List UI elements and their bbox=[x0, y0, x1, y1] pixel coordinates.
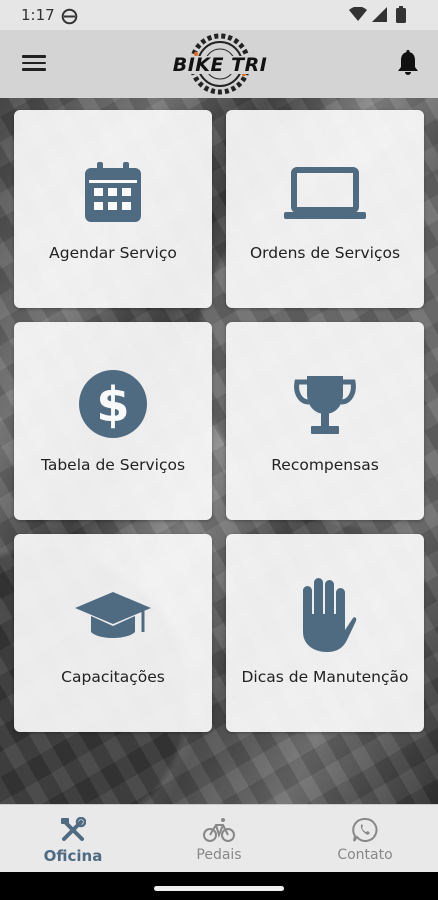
dollar-icon: $ bbox=[79, 370, 147, 438]
graduation-cap-icon bbox=[75, 592, 151, 638]
laptop-icon bbox=[284, 167, 366, 219]
menu-bar-line bbox=[22, 61, 46, 64]
card-capacitacoes[interactable]: Capacitações bbox=[14, 534, 212, 732]
notification-bell-icon[interactable] bbox=[397, 50, 419, 76]
card-label: Ordens de Serviços bbox=[249, 244, 401, 262]
card-agendar-servico[interactable]: Agendar Serviço bbox=[14, 110, 212, 308]
status-time: 1:17 bbox=[21, 6, 55, 24]
bottom-navigation: Oficina Pedais Contato bbox=[0, 804, 438, 873]
wifi-icon bbox=[349, 7, 367, 21]
main-content: Agendar Serviço Ordens de Serviços $ Tab… bbox=[0, 98, 438, 804]
card-ordens-de-servicos[interactable]: Ordens de Serviços bbox=[226, 110, 424, 308]
gesture-navigation-bar bbox=[0, 872, 438, 900]
card-recompensas[interactable]: Recompensas bbox=[226, 322, 424, 520]
svg-text:$: $ bbox=[96, 377, 129, 433]
app-bar: BIKE TRI bbox=[0, 30, 438, 98]
tab-label: Pedais bbox=[196, 847, 242, 863]
trophy-icon bbox=[294, 376, 356, 434]
signal-icon bbox=[372, 7, 387, 22]
tab-oficina[interactable]: Oficina bbox=[0, 805, 146, 873]
card-label: Agendar Serviço bbox=[49, 244, 177, 262]
vpn-status-icon bbox=[61, 8, 78, 25]
card-tabela-de-servicos[interactable]: $ Tabela de Serviços bbox=[14, 322, 212, 520]
menu-bar-line bbox=[22, 68, 46, 71]
hand-icon bbox=[303, 578, 357, 652]
home-gesture-handle[interactable] bbox=[154, 886, 284, 891]
tools-icon bbox=[61, 817, 86, 841]
card-label: Capacitações bbox=[61, 668, 165, 686]
bicycle-icon bbox=[203, 818, 235, 842]
tab-label: Contato bbox=[337, 847, 393, 863]
menu-button[interactable] bbox=[22, 52, 46, 74]
card-label: Tabela de Serviços bbox=[40, 456, 186, 474]
tab-contato[interactable]: Contato bbox=[292, 805, 438, 873]
calendar-icon bbox=[85, 162, 141, 222]
tab-label: Oficina bbox=[43, 847, 103, 865]
logo-text: BIKE TRI bbox=[173, 54, 268, 76]
card-label: Recompensas bbox=[271, 456, 379, 474]
card-label: Dicas de Manutenção bbox=[241, 668, 409, 686]
card-dicas-de-manutencao[interactable]: Dicas de Manutenção bbox=[226, 534, 424, 732]
tab-pedais[interactable]: Pedais bbox=[146, 805, 292, 873]
battery-icon bbox=[396, 6, 406, 23]
status-bar: 1:17 bbox=[0, 0, 438, 30]
bike-tri-logo: BIKE TRI bbox=[166, 33, 274, 95]
whatsapp-icon bbox=[352, 817, 378, 842]
menu-bar-line bbox=[22, 55, 46, 58]
